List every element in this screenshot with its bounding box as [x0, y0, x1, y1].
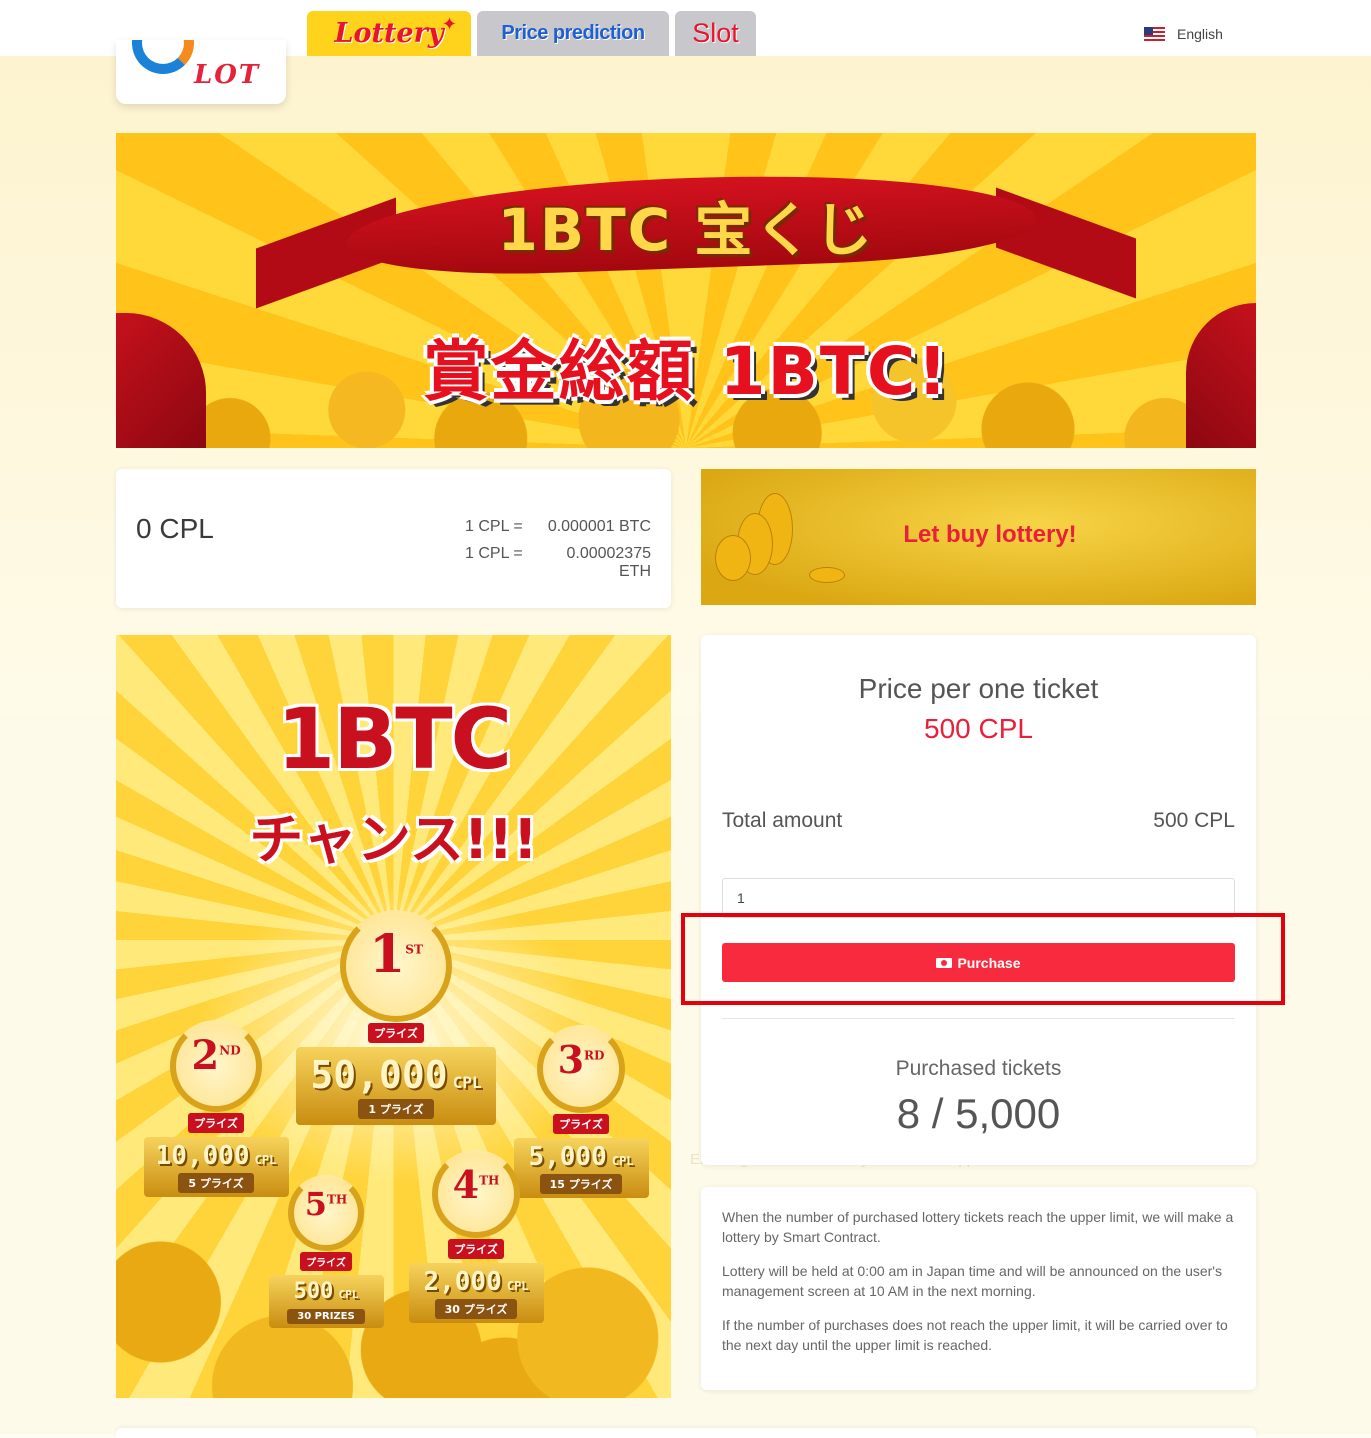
purchase-card: Price per one ticket 500 CPL Total amoun…: [701, 635, 1256, 1165]
prize-unit: CPL: [611, 1154, 634, 1168]
balance-card: 0 CPL 1 CPL = 0.000001 BTC 1 CPL = 0.000…: [116, 469, 671, 608]
star-icon: ✦: [441, 14, 457, 35]
prize-rank-suffix: ND: [219, 1043, 241, 1058]
tab-price-prediction[interactable]: Price prediction: [477, 11, 669, 56]
rate-eth-label: 1 CPL =: [465, 545, 523, 562]
language-label: English: [1177, 26, 1223, 42]
prize-ribbon: プライズ: [368, 1023, 424, 1043]
rate-eth: 1 CPL = 0.00002375 ETH: [465, 545, 651, 581]
prize-rank: 5: [304, 1185, 327, 1223]
info-card: When the number of purchased lottery tic…: [701, 1187, 1256, 1390]
divider: [722, 1018, 1235, 1019]
laurel-wreath-icon: 4TH: [432, 1150, 520, 1238]
prize-rank-suffix: TH: [479, 1173, 500, 1188]
prize-unit: CPL: [338, 1288, 359, 1301]
bottom-card: [116, 1428, 1256, 1438]
prize-2nd: 2ND プライズ 10,000 CPL 5 プライズ: [141, 1020, 291, 1197]
prize-amount: 2,000: [423, 1267, 502, 1297]
logo-text: LOT: [194, 60, 261, 90]
prize-poster: 1BTC チャンス!!! 1ST プライズ 50,000 CPL 1 プライズ …: [116, 635, 671, 1398]
rate-btc-value: 0.000001 BTC: [547, 518, 651, 535]
purchased-tickets-label: Purchased tickets: [895, 1057, 1062, 1080]
prize-count: 30 プライズ: [434, 1299, 518, 1319]
prize-rank-suffix: TH: [326, 1192, 348, 1207]
tab-slot-label: Slot: [692, 18, 739, 48]
logo-mark: [132, 40, 194, 74]
total-amount-value: 500 CPL: [1153, 809, 1235, 832]
poster-title: 1BTC: [276, 690, 512, 788]
prize-rank-suffix: RD: [584, 1048, 605, 1063]
prize-rank: 1: [369, 924, 406, 985]
us-flag-icon: [1144, 26, 1165, 42]
total-amount-label: Total amount: [722, 809, 843, 832]
hero-title: 1BTC 宝くじ: [497, 196, 875, 264]
prize-5th: 5TH プライズ 500 CPL 30 PRIZES: [266, 1175, 386, 1328]
ticket-quantity-input[interactable]: [722, 878, 1235, 918]
promo-text: Let buy lottery!: [903, 521, 1077, 548]
coin-icon: [809, 567, 845, 583]
language-selector[interactable]: English: [1144, 26, 1223, 42]
tab-lottery-label: Lottery: [334, 18, 444, 49]
info-paragraph: Lottery will be held at 0:00 am in Japan…: [722, 1263, 1222, 1299]
prize-plate: 2,000 CPL 30 プライズ: [408, 1263, 544, 1323]
prize-count: 30 PRIZES: [287, 1309, 365, 1324]
prize-4th: 4TH プライズ 2,000 CPL 30 プライズ: [406, 1150, 546, 1323]
poster-subtitle: チャンス!!!: [249, 808, 538, 871]
laurel-wreath-icon: 3RD: [537, 1025, 625, 1113]
purchase-highlight-box: [681, 913, 1285, 1005]
prize-rank-suffix: ST: [405, 942, 423, 957]
promo-banner[interactable]: Let buy lottery!: [701, 469, 1256, 605]
laurel-wreath-icon: 2ND: [170, 1020, 262, 1112]
info-paragraph: If the number of purchases does not reac…: [722, 1317, 1228, 1353]
prize-unit: CPL: [506, 1279, 529, 1293]
prize-ribbon: プライズ: [553, 1114, 609, 1134]
price-per-ticket-value: 500 CPL: [924, 713, 1033, 744]
tab-slot[interactable]: Slot: [675, 11, 756, 56]
prize-amount: 500: [293, 1279, 334, 1304]
prize-ribbon: プライズ: [188, 1113, 244, 1133]
prize-ribbon: プライズ: [448, 1239, 504, 1259]
info-paragraph: When the number of purchased lottery tic…: [722, 1209, 1234, 1245]
tab-price-prediction-label: Price prediction: [501, 22, 645, 44]
logo[interactable]: LOT: [116, 40, 286, 104]
rate-eth-value: 0.00002375 ETH: [566, 545, 651, 580]
prize-ribbon: プライズ: [300, 1252, 352, 1271]
hero-banner: 1BTC 宝くじ 賞金総額 1BTC!: [116, 133, 1256, 448]
hero-subtitle: 賞金総額 1BTC!: [422, 333, 950, 410]
prize-count: 1 プライズ: [358, 1099, 434, 1119]
prize-rank: 4: [452, 1162, 480, 1207]
rate-btc-label: 1 CPL =: [465, 518, 523, 535]
coin-stack-icon: [715, 535, 751, 581]
cpl-balance: 0 CPL: [136, 513, 214, 544]
prize-amount: 50,000: [310, 1053, 448, 1097]
prize-rank: 3: [557, 1037, 585, 1082]
rate-btc: 1 CPL = 0.000001 BTC: [465, 518, 651, 536]
purchased-tickets-value: 8 / 5,000: [896, 1090, 1061, 1137]
prize-1st: 1ST プライズ 50,000 CPL 1 プライズ: [291, 910, 501, 1125]
prize-count: 15 プライズ: [539, 1174, 623, 1194]
prize-count: 5 プライズ: [178, 1173, 254, 1193]
prize-unit: CPL: [452, 1073, 482, 1092]
laurel-wreath-icon: 5TH: [288, 1175, 364, 1251]
prize-unit: CPL: [254, 1153, 277, 1167]
tab-lottery[interactable]: Lottery ✦: [307, 11, 471, 56]
prize-rank: 2: [191, 1032, 220, 1079]
prize-plate: 500 CPL 30 PRIZES: [268, 1275, 384, 1328]
prize-plate: 50,000 CPL 1 プライズ: [296, 1047, 496, 1125]
laurel-wreath-icon: 1ST: [340, 910, 452, 1022]
prize-amount: 10,000: [155, 1141, 250, 1171]
price-per-ticket-label: Price per one ticket: [858, 673, 1099, 704]
